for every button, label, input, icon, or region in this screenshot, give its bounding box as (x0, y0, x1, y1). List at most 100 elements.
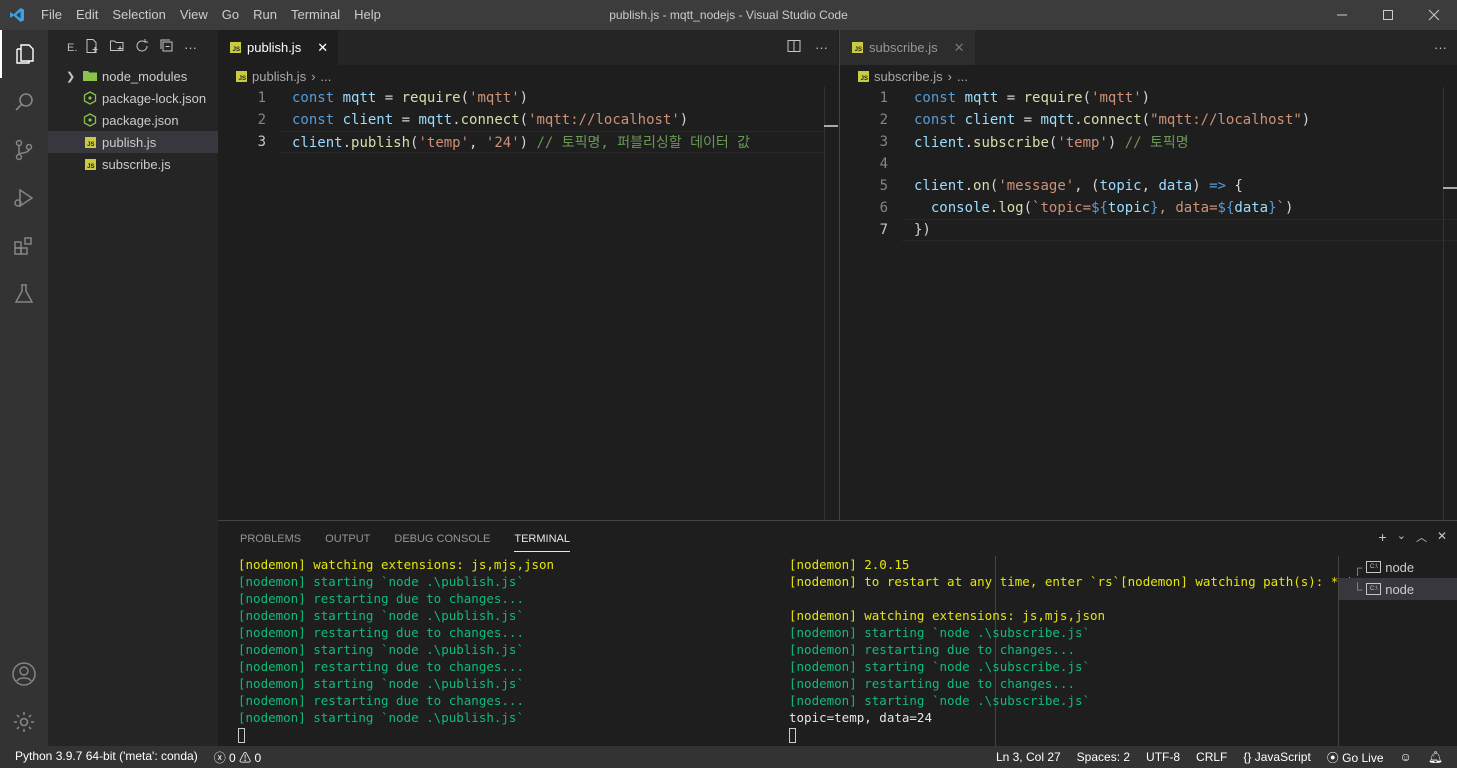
tab-output[interactable]: OUTPUT (325, 533, 370, 545)
close-tab-icon[interactable]: ✕ (317, 40, 328, 56)
close-panel-icon[interactable]: ✕ (1437, 529, 1447, 545)
code-token: . (964, 135, 974, 151)
notifications-bell-icon[interactable]: 🔔︎ (1428, 750, 1443, 764)
code-token: , data= (1158, 200, 1218, 216)
terminal-left[interactable]: [nodemon] watching extensions: js,mjs,js… (238, 556, 554, 743)
tree-item[interactable]: ❯ node_modules (48, 65, 218, 87)
breadcrumb: JS subscribe.js › ... (840, 65, 1457, 87)
code-editor[interactable]: 1 const mqtt = require('mqtt') 2 const clie… (840, 87, 1457, 241)
tab-label: subscribe.js (869, 40, 938, 55)
end-of-line[interactable]: CRLF (1196, 750, 1227, 764)
new-folder-icon[interactable] (109, 38, 125, 57)
code-token: const (292, 112, 335, 128)
terminal-list-item[interactable]: └ C:\ node (1339, 578, 1457, 600)
tab-terminal[interactable]: TERMINAL (514, 533, 570, 552)
menu-item-help[interactable]: Help (347, 0, 388, 30)
js-icon: JS (858, 70, 869, 82)
line-number: 3 (257, 134, 266, 150)
indentation[interactable]: Spaces: 2 (1077, 750, 1130, 764)
line-number: 4 (879, 156, 888, 172)
code-line: 1 const mqtt = require('mqtt') (218, 87, 838, 109)
menu-item-terminal[interactable]: Terminal (284, 0, 347, 30)
code-line: 2 const client = mqtt.connect("mqtt://loc… (840, 109, 1457, 131)
code-editor[interactable]: 1 const mqtt = require('mqtt') 2 const clie… (218, 87, 838, 153)
code-token: ${ (1091, 200, 1108, 216)
split-editor-icon[interactable] (787, 39, 801, 56)
manage-gear-icon[interactable] (0, 698, 48, 746)
tab-problems[interactable]: PROBLEMS (240, 533, 301, 545)
code-token: 'message' (998, 178, 1075, 194)
breadcrumb-symbol[interactable]: ... (321, 69, 332, 84)
scrollbar[interactable] (1443, 87, 1457, 520)
breadcrumb-file[interactable]: publish.js (252, 69, 306, 84)
tab-debug-console[interactable]: DEBUG CONSOLE (394, 533, 490, 545)
code-token: 'mqtt' (469, 90, 520, 106)
code-token: client (914, 178, 965, 194)
go-live-button[interactable]: ⦿ Go Live (1327, 749, 1384, 766)
accounts-icon[interactable] (0, 650, 48, 698)
tree-item[interactable]: package-lock.json (48, 87, 218, 109)
breadcrumb-symbol[interactable]: ... (957, 69, 968, 84)
testing-icon[interactable] (0, 270, 48, 318)
menu-item-run[interactable]: Run (246, 0, 284, 30)
collapse-all-icon[interactable] (159, 38, 175, 57)
maximize-icon[interactable] (1365, 0, 1411, 30)
code-line: 3 client.publish('temp', '24') // 토픽명, 퍼블… (218, 131, 838, 153)
tab-publish-js[interactable]: JS publish.js ✕ (218, 30, 339, 65)
feedback-icon[interactable]: ☺ (1400, 750, 1412, 764)
new-file-icon[interactable] (84, 38, 100, 57)
scrollbar[interactable] (824, 87, 838, 520)
terminal-right[interactable]: [nodemon] 2.0.15 [nodemon] to restart at … (789, 556, 1353, 743)
more-actions-icon[interactable]: ··· (1434, 40, 1447, 55)
terminal-line: [nodemon] restarting due to changes... (789, 642, 1075, 657)
close-icon[interactable] (1411, 0, 1457, 30)
braces-icon: {} (1243, 750, 1252, 764)
terminal-list-item[interactable]: ┌ C:\ node (1339, 556, 1457, 578)
search-icon[interactable] (0, 78, 48, 126)
panel-tabs: PROBLEMS OUTPUT DEBUG CONSOLE TERMINAL (218, 521, 1457, 556)
run-debug-icon[interactable] (0, 174, 48, 222)
breadcrumb-file[interactable]: subscribe.js (874, 69, 943, 84)
code-token: = (376, 90, 402, 106)
chevron-right-icon[interactable]: ❯ (66, 70, 82, 83)
code-token: , ( (1074, 178, 1100, 194)
code-token: { (1225, 178, 1243, 194)
menu-item-selection[interactable]: Selection (105, 0, 172, 30)
code-token: . (452, 112, 461, 128)
code-token: ) (1301, 112, 1311, 128)
explorer-icon[interactable] (0, 30, 48, 78)
minimize-icon[interactable] (1319, 0, 1365, 30)
tree-item[interactable]: package.json (48, 109, 218, 131)
encoding[interactable]: UTF-8 (1146, 750, 1180, 764)
code-token: mqtt (964, 90, 999, 106)
close-tab-icon[interactable]: ✕ (954, 40, 965, 56)
menu-item-file[interactable]: File (34, 0, 69, 30)
code-token: publish (351, 135, 411, 151)
more-actions-icon[interactable]: ··· (184, 40, 197, 55)
code-token: = (1015, 112, 1041, 128)
tab-subscribe-js[interactable]: JS subscribe.js ✕ (840, 30, 975, 65)
new-terminal-icon[interactable]: + (1379, 529, 1387, 545)
code-token: mqtt (418, 112, 453, 128)
terminal-line: topic=temp, data=24 (789, 710, 932, 725)
code-token: on (973, 178, 990, 194)
language-mode[interactable]: {} JavaScript (1243, 750, 1310, 764)
line-number: 6 (879, 200, 888, 216)
more-actions-icon[interactable]: ··· (815, 40, 828, 55)
line-number: 5 (879, 178, 888, 194)
code-token: client (292, 135, 343, 151)
chevron-down-icon[interactable]: ⌄ (1397, 529, 1406, 545)
python-interpreter[interactable]: Python 3.9.7 64-bit ('meta': conda) (15, 749, 198, 766)
refresh-icon[interactable] (134, 38, 150, 57)
tree-item[interactable]: JS publish.js (48, 131, 218, 153)
source-control-icon[interactable] (0, 126, 48, 174)
cursor-position[interactable]: Ln 3, Col 27 (996, 750, 1061, 764)
extensions-icon[interactable] (0, 222, 48, 270)
menu-item-edit[interactable]: Edit (69, 0, 105, 30)
menu-item-view[interactable]: View (173, 0, 215, 30)
problems-status[interactable]: ⓧ 0 ⚠ 0 (214, 749, 261, 766)
menu-item-go[interactable]: Go (215, 0, 246, 30)
maximize-panel-icon[interactable]: ︿ (1416, 529, 1427, 545)
tree-item[interactable]: JS subscribe.js (48, 153, 218, 175)
